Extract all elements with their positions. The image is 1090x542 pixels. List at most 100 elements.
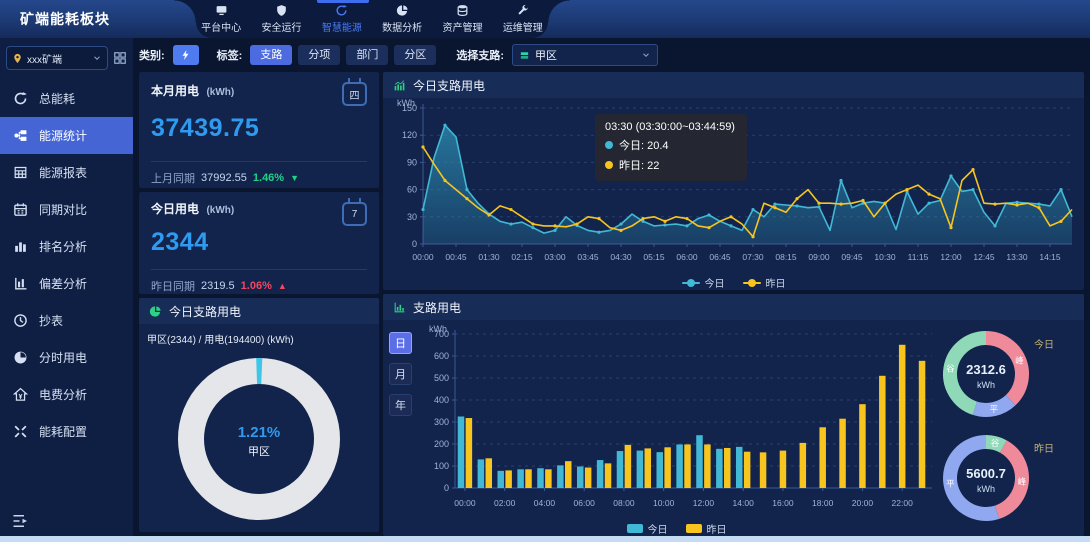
sidebar-item-2[interactable]: 能源报表 [0,154,133,191]
calendar-icon-text: 7 [352,209,358,220]
svg-text:07:30: 07:30 [742,252,764,262]
panel-header: 支路用电 [383,294,1084,320]
sidebar-item-1[interactable]: 能源统计 [0,117,133,154]
period-tab-1[interactable]: 月 [389,363,412,385]
legend-item[interactable]: 昨日 [686,521,727,536]
recycle-icon [335,4,348,17]
recycle-icon [13,91,28,106]
sidebar-item-label: 偏差分析 [39,275,87,292]
sidebar-item-label: 能耗配置 [39,423,87,440]
branch-value: 甲区 [535,47,636,63]
grid-icon[interactable] [113,51,127,65]
nav-label: 平台中心 [201,19,241,34]
card-unit: (kWh) [206,205,234,216]
sidebar-item-0[interactable]: 总能耗 [0,80,133,117]
svg-text:500: 500 [434,373,449,383]
svg-text:10:00: 10:00 [653,498,675,508]
calendar-day-icon: 7 [342,202,367,226]
card-title: 本月用电 [151,84,199,98]
svg-text:谷: 谷 [946,363,955,373]
compare-value: 37992.55 [201,172,247,184]
bar-card-body: 日月年 0100200300400500600700kWh00:0002:000… [383,320,1084,536]
energy-stats-icon [13,128,28,143]
branch-select[interactable]: 甲区 [512,44,658,66]
svg-text:11:15: 11:15 [908,252,929,262]
site-name: xxx矿端 [27,51,88,66]
svg-text:12:00: 12:00 [693,498,715,508]
sidebar-item-label: 分时用电 [39,349,87,366]
category-electric-button[interactable] [173,45,199,65]
panel-header: 今日支路用电 [139,298,379,324]
svg-text:09:00: 09:00 [808,252,830,262]
svg-text:09:45: 09:45 [841,252,863,262]
sidebar-item-7[interactable]: 分时用电 [0,339,133,376]
tag-2[interactable]: 部门 [346,45,388,65]
svg-text:04:00: 04:00 [534,498,556,508]
bar-chart-icon [393,301,406,314]
collapse-sidebar-icon[interactable] [12,514,30,528]
nav-item-1[interactable]: 安全运行 [256,0,306,38]
svg-text:20:00: 20:00 [852,498,874,508]
tag-3[interactable]: 分区 [394,45,436,65]
nav-item-2[interactable]: 智慧能源 [317,0,367,38]
legend-item[interactable]: 昨日 [743,275,786,290]
sidebar-item-4[interactable]: 排名分析 [0,228,133,265]
svg-text:峰: 峰 [1018,476,1027,486]
tag-1[interactable]: 分项 [298,45,340,65]
compare-value: 2319.5 [201,280,235,292]
svg-text:60: 60 [407,185,417,195]
period-tab-2[interactable]: 年 [389,394,412,416]
gauge-svg: 峰平谷2312.6kWh [938,326,1034,422]
gauges-column: 峰平谷2312.6kWh今日谷峰平5600.7kWh昨日 [938,324,1084,536]
svg-text:03:45: 03:45 [577,252,599,262]
nav-item-4[interactable]: 资产管理 [437,0,487,38]
tag-group: 支路分项部门分区 [250,45,436,65]
legend-item[interactable]: 今日 [627,521,668,536]
svg-text:04:30: 04:30 [610,252,632,262]
svg-text:08:15: 08:15 [775,252,797,262]
nav-item-3[interactable]: 数据分析 [377,0,427,38]
svg-text:甲区: 甲区 [248,446,270,458]
svg-text:12:45: 12:45 [973,252,995,262]
sidebar-item-8[interactable]: 电费分析 [0,376,133,413]
period-tab-0[interactable]: 日 [389,332,412,354]
nav-item-0[interactable]: 平台中心 [196,0,246,38]
svg-text:30: 30 [407,212,417,222]
today-usage-value: 2344 [151,228,367,257]
month-usage-card: 本月用电 (kWh) 四 37439.75 上月同期 37992.55 1.46… [139,72,379,188]
sidebar-item-9[interactable]: 能耗配置 [0,413,133,450]
top-header: 矿端能耗板块 平台中心安全运行智慧能源数据分析资产管理运维管理 [0,0,1090,38]
compare-row: 昨日同期 2319.5 1.06% ▲ [151,278,367,294]
cost-icon [13,387,28,402]
sidebar-item-3[interactable]: 同期对比 [0,191,133,228]
svg-text:13:30: 13:30 [1006,252,1028,262]
sidebar-item-6[interactable]: 抄表 [0,302,133,339]
sidebar: xxx矿端 总能耗能源统计能源报表同期对比排名分析偏差分析抄表分时用电电费分析能… [0,38,133,536]
shield-icon [275,4,288,17]
site-select[interactable]: xxx矿端 [6,46,108,70]
sidebar-item-label: 能源统计 [39,127,87,144]
bar-legend: 今日 昨日 [415,521,938,536]
sidebar-item-label: 总能耗 [39,90,75,107]
svg-text:平: 平 [990,404,999,414]
tag-0[interactable]: 支路 [250,45,292,65]
svg-text:22:00: 22:00 [892,498,914,508]
calendar-month-icon: 四 [342,82,367,106]
tooltip-row: 今日: 20.4 [605,137,735,153]
bar-chart[interactable]: 0100200300400500600700kWh00:0002:0004:00… [415,324,938,536]
pie-chart-icon [149,305,162,318]
svg-text:300: 300 [434,417,449,427]
location-pin-icon [12,53,23,64]
dashboard-root: { "app_title": "矿端能耗板块", "header": { "na… [0,0,1090,542]
wrench-icon [516,4,529,17]
line-legend: 今日 昨日 [383,275,1084,290]
gauge-svg: 谷峰平5600.7kWh [938,430,1034,526]
nav-item-5[interactable]: 运维管理 [498,0,548,38]
bottom-scrollbar[interactable] [0,536,1090,542]
sidebar-item-5[interactable]: 偏差分析 [0,265,133,302]
database-icon [456,4,469,17]
today-usage-card: 今日用电 (kWh) 7 2344 昨日同期 2319.5 1.06% ▲ [139,192,379,294]
legend-item[interactable]: 今日 [682,275,725,290]
svg-text:0: 0 [444,483,449,493]
tooltip-row: 昨日: 22 [605,157,735,173]
